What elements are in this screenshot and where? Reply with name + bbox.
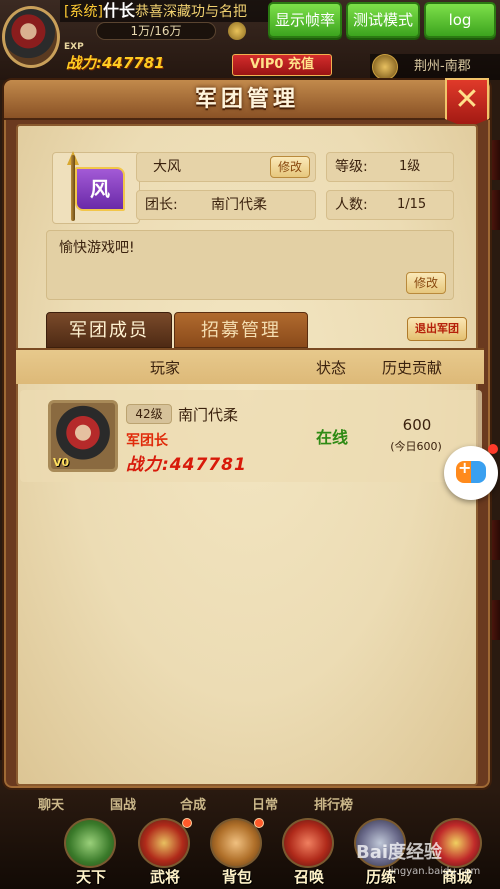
floating-gamepad-button[interactable]: + [444,444,498,500]
leaderboard-button[interactable]: 排行榜 [314,794,353,813]
tab-legion-members[interactable]: 军团成员 [46,312,172,348]
exp-value: 1万/16万 [96,22,216,40]
member-role: 军团长 [126,433,168,449]
daily-button[interactable]: 日常 [252,794,278,813]
nation-war-button[interactable]: 国战 [110,794,136,813]
member-table-header: 玩家 状态 历史贡献 [16,348,484,384]
nav-generals[interactable]: 武将 [134,818,196,888]
member-name: 南门代柔 [178,406,239,424]
member-avatar[interactable]: V0 [48,400,118,472]
vip-recharge-button[interactable]: VIP0 充值 [232,54,332,76]
edit-name-button[interactable]: 修改 [270,156,310,178]
coin-icon [228,22,246,40]
legion-members-cell: 人数: 1/15 [326,190,454,220]
nav-backpack-label: 背包 [221,868,252,886]
column-contribution: 历史贡献 [382,359,443,377]
legion-flag-icon: 风 [75,167,125,211]
nav-backpack[interactable]: 背包 [206,818,268,888]
recharge-label: 充值 [288,57,315,72]
vip-label: VIP0 [249,57,284,72]
level-value: 1级 [399,159,421,174]
nav-generals-label: 武将 [149,868,180,886]
notice-text: 愉快游戏吧! [59,240,135,256]
legion-leader-cell: 团长: 南门代柔 [136,190,316,220]
members-value: 1/15 [397,197,427,212]
chat-button[interactable]: 聊天 [38,794,64,813]
notification-dot [488,444,498,454]
member-level: 42级 [126,404,172,424]
leader-value: 南门代柔 [211,197,267,213]
legion-emblem[interactable]: 风 [52,151,140,224]
player-power: 战力:447781 [66,54,165,72]
nav-summon-label: 召唤 [293,868,324,886]
test-mode-button[interactable]: 测试模式 [346,2,420,38]
log-button[interactable]: log [424,2,496,38]
member-vip-badge: V0 [53,456,70,469]
legion-notice: 愉快游戏吧! [46,230,454,300]
level-label: 等级: [335,159,368,175]
ticker-text: 恭喜深藏功与名把 [134,4,247,20]
members-label: 人数: [335,197,368,213]
tab-recruit-management[interactable]: 招募管理 [174,312,308,348]
nav-summon[interactable]: 召唤 [278,818,340,888]
quit-legion-button[interactable]: 退出军团 [407,317,467,341]
notification-dot [182,818,192,828]
notification-dot [254,818,264,828]
craft-button[interactable]: 合成 [180,794,206,813]
watermark-url: jingyan.baidu.com [388,866,481,877]
member-today-contribution: (今日600) [390,440,442,453]
dialog-title: 军团管理 [194,87,299,112]
edit-notice-button[interactable]: 修改 [406,272,446,294]
column-player: 玩家 [150,359,181,377]
system-message-ticker: [系统]什长恭喜深藏功与名把 [60,0,272,22]
show-fps-button[interactable]: 显示帧率 [268,2,342,38]
leader-label: 团长: [145,197,178,213]
nav-world-label: 天下 [75,868,106,886]
column-status: 状态 [316,359,347,377]
close-button[interactable]: ✕ [445,78,489,128]
summon-gate-icon [282,818,334,868]
member-contribution: 600 [402,416,432,434]
nav-world[interactable]: 天下 [60,818,122,888]
ticker-tag: [系统] [64,4,103,20]
legion-name: 大风 [153,159,181,175]
ticker-rank: 什长 [102,1,135,20]
gift-icon[interactable] [372,54,398,80]
watermark: Bai度经验 [356,842,443,863]
world-map-icon [64,818,116,868]
exp-label: EXP [64,42,84,52]
legion-level-cell: 等级: 1级 [326,152,454,182]
player-avatar[interactable] [2,6,60,68]
plus-icon: + [458,458,472,477]
member-power: 战力:447781 [126,455,247,475]
member-status: 在线 [316,428,349,447]
